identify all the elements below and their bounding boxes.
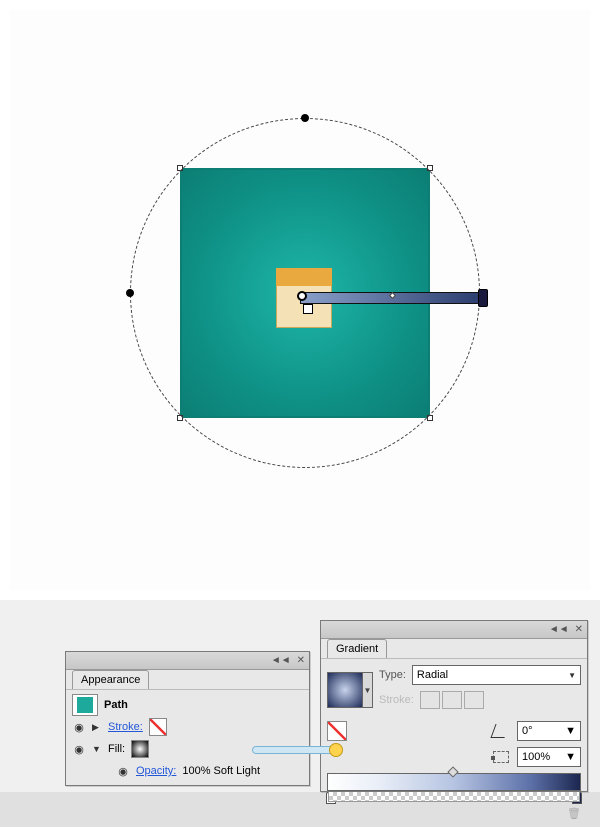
gradient-origin-handle[interactable] [297, 291, 307, 301]
gradient-circle-handle-left[interactable] [126, 289, 134, 297]
delete-stop-icon[interactable] [567, 807, 581, 821]
aspect-ratio-icon [493, 751, 509, 763]
reverse-gradient-btn[interactable] [327, 721, 347, 741]
fill-swatch-radial-gradient[interactable] [131, 740, 149, 758]
chevron-down-icon: ▼ [565, 751, 576, 763]
appearance-tab[interactable]: Appearance [72, 670, 149, 689]
appearance-panel[interactable]: ◄◄ ✕ Appearance Path ◉ ▶ Stroke: ◉ ▼ Fil… [65, 651, 310, 786]
gradient-preset-dropdown[interactable]: ▼ [363, 672, 373, 708]
visibility-icon[interactable]: ◉ [72, 743, 86, 756]
appearance-titlebar[interactable]: ◄◄ ✕ [66, 652, 309, 670]
selection-handle-br[interactable] [427, 415, 433, 421]
gradient-ramp[interactable] [327, 773, 581, 791]
opacity-value: 100% Soft Light [182, 765, 260, 777]
selection-handle-tr[interactable] [427, 165, 433, 171]
connector-knob-icon [329, 743, 343, 757]
gradient-midpoint[interactable] [447, 766, 458, 777]
gradient-circle-handle-top[interactable] [301, 114, 309, 122]
close-icon[interactable]: ✕ [297, 655, 305, 666]
aspect-value: 100% [522, 751, 550, 763]
gradient-preview-swatch[interactable] [327, 672, 363, 708]
visibility-icon[interactable]: ◉ [72, 721, 86, 734]
disclosure-triangle-closed-icon[interactable]: ▶ [92, 722, 102, 733]
notepad-header [276, 268, 332, 286]
gradient-angle-input[interactable]: 0° ▼ [517, 721, 581, 741]
panel-connector-indicator [252, 746, 338, 754]
stroke-swatch-none[interactable] [149, 718, 167, 736]
visibility-icon[interactable]: ◉ [116, 765, 130, 778]
chevron-down-icon: ▼ [565, 725, 576, 737]
gradient-titlebar[interactable]: ◄◄ ✕ [321, 621, 587, 639]
collapse-icon[interactable]: ◄◄ [271, 655, 291, 666]
collapse-icon[interactable]: ◄◄ [549, 624, 569, 635]
disclosure-triangle-open-icon[interactable]: ▼ [92, 744, 102, 754]
object-thumbnail [72, 694, 98, 716]
angle-value: 0° [522, 725, 533, 737]
selection-handle-bl[interactable] [177, 415, 183, 421]
object-type-label: Path [104, 699, 128, 711]
fill-label: Fill: [108, 743, 125, 755]
close-icon[interactable]: ✕ [575, 624, 583, 635]
stroke-gradient-mode-3 [464, 691, 484, 709]
stroke-gradient-mode-1 [420, 691, 440, 709]
gradient-type-value: Radial [417, 669, 448, 681]
selection-handle-tl[interactable] [177, 165, 183, 171]
gradient-aspect-input[interactable]: 100% ▼ [517, 747, 581, 767]
stroke-label[interactable]: Stroke: [108, 721, 143, 733]
angle-icon [490, 724, 509, 738]
stroke-label-disabled: Stroke: [379, 694, 414, 706]
opacity-label[interactable]: Opacity: [136, 765, 176, 777]
type-label: Type: [379, 669, 406, 681]
canvas-area[interactable] [0, 0, 600, 600]
chevron-down-icon: ▼ [568, 671, 576, 680]
gradient-end-handle[interactable] [478, 289, 488, 307]
gradient-type-select[interactable]: Radial ▼ [412, 665, 581, 685]
gradient-tab[interactable]: Gradient [327, 639, 387, 658]
cursor-indicator [303, 304, 313, 314]
gradient-panel[interactable]: ◄◄ ✕ Gradient ▼ Type: Radial ▼ Stroke: [320, 620, 588, 792]
gradient-opacity-ramp[interactable] [328, 792, 580, 802]
stroke-gradient-mode-2 [442, 691, 462, 709]
